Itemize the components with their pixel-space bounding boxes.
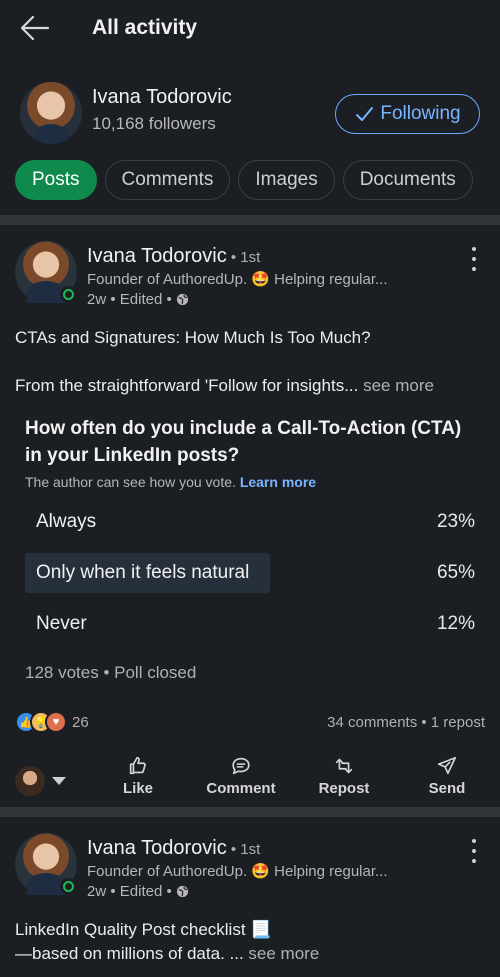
poll-note-text: The author can see how you vote. xyxy=(25,474,236,490)
connection-degree: • 1st xyxy=(226,249,261,266)
avatar[interactable] xyxy=(15,241,77,303)
globe-icon xyxy=(176,885,188,898)
send-button[interactable]: Send xyxy=(402,755,492,797)
connection-degree: • 1st xyxy=(226,841,261,858)
comment-button[interactable]: Comment xyxy=(196,755,286,797)
post-text-line: —based on millions of data. ... xyxy=(15,944,244,963)
poll-option-percent: 23% xyxy=(436,511,475,532)
tab-images[interactable]: Images xyxy=(238,160,335,200)
poll-option: Only when it feels natural 65% xyxy=(25,553,480,593)
arrow-left-icon[interactable] xyxy=(20,14,50,42)
poll-question: How often do you include a Call-To-Actio… xyxy=(25,418,462,466)
thumbs-up-icon xyxy=(129,756,146,775)
poll-option-percent: 12% xyxy=(436,613,475,634)
filter-tabs: Posts Comments Images Documents xyxy=(15,160,473,200)
follower-count: 10,168 followers xyxy=(92,114,216,133)
poll-summary: 128 votes • Poll closed xyxy=(25,663,197,682)
poll-option: Never 12% xyxy=(25,604,480,644)
post-time: 2w • Edited • xyxy=(87,291,172,308)
following-label: Following xyxy=(380,103,461,124)
post-text-preview: From the straightforward 'Follow for ins… xyxy=(15,376,434,396)
repost-button[interactable]: Repost xyxy=(299,755,389,797)
repost-icon xyxy=(335,758,353,774)
author-headline: Founder of AuthoredUp. 🤩 Helping regular… xyxy=(87,271,388,288)
post-text-line: From the straightforward 'Follow for ins… xyxy=(15,376,359,395)
learn-more-link[interactable]: Learn more xyxy=(240,474,316,490)
like-label: Like xyxy=(122,780,153,797)
globe-icon xyxy=(176,293,188,306)
more-options-icon[interactable] xyxy=(466,247,482,271)
section-divider xyxy=(0,807,500,817)
avatar[interactable] xyxy=(15,833,77,895)
post-text-line: LinkedIn Quality Post checklist 📃 xyxy=(15,920,272,939)
page-title: All activity xyxy=(92,16,198,39)
avatar[interactable] xyxy=(15,766,45,796)
tab-comments[interactable]: Comments xyxy=(104,160,231,200)
see-more-link[interactable]: see more xyxy=(244,944,319,963)
poll-option-percent: 65% xyxy=(436,562,475,583)
comment-icon xyxy=(232,757,250,775)
post-meta: 2w • Edited • xyxy=(87,883,189,900)
avatar[interactable] xyxy=(20,82,82,144)
post-text-preview: —based on millions of data. ... see more xyxy=(15,944,319,964)
poll-option-label: Never xyxy=(36,613,87,634)
poll-option-label: Only when it feels natural xyxy=(36,562,250,583)
poll-note: The author can see how you vote. Learn m… xyxy=(25,474,316,490)
profile-name[interactable]: Ivana Todorovic xyxy=(92,86,232,109)
post-author[interactable]: Ivana Todorovic • 1st xyxy=(87,837,260,860)
author-name[interactable]: Ivana Todorovic xyxy=(87,245,227,267)
reaction-count: 26 xyxy=(72,713,89,731)
comment-label: Comment xyxy=(206,780,276,797)
tab-posts[interactable]: Posts xyxy=(15,160,97,200)
chevron-down-icon[interactable] xyxy=(52,777,66,785)
online-status-icon xyxy=(60,286,77,303)
post-meta: 2w • Edited • xyxy=(87,291,189,308)
tab-documents[interactable]: Documents xyxy=(342,160,473,200)
profile-header: Ivana Todorovic 10,168 followers Followi… xyxy=(0,70,500,150)
send-icon xyxy=(437,756,457,775)
online-status-icon xyxy=(60,878,77,895)
see-more-link[interactable]: see more xyxy=(358,376,434,395)
send-label: Send xyxy=(428,780,466,797)
repost-label: Repost xyxy=(318,780,370,797)
following-button[interactable]: Following xyxy=(335,94,480,134)
check-icon xyxy=(356,107,374,121)
top-bar: All activity xyxy=(0,0,500,58)
author-headline: Founder of AuthoredUp. 🤩 Helping regular… xyxy=(87,863,388,880)
love-reaction-icon: ♥ xyxy=(45,711,67,733)
poll-option-label: Always xyxy=(36,511,97,532)
author-name[interactable]: Ivana Todorovic xyxy=(87,837,227,859)
section-divider xyxy=(0,215,500,225)
reactions-summary[interactable]: 👍 💡 ♥ 26 xyxy=(15,711,89,733)
poll-option: Always 23% xyxy=(25,502,480,542)
comments-reposts-count[interactable]: 34 comments • 1 repost xyxy=(327,714,485,731)
like-button[interactable]: Like xyxy=(93,755,183,797)
post-author[interactable]: Ivana Todorovic • 1st xyxy=(87,245,260,268)
post-actions-bar: Like Comment Repost Send xyxy=(0,755,500,801)
post-time: 2w • Edited • xyxy=(87,883,172,900)
more-options-icon[interactable] xyxy=(466,839,482,863)
post-text-line: CTAs and Signatures: How Much Is Too Muc… xyxy=(15,328,371,347)
